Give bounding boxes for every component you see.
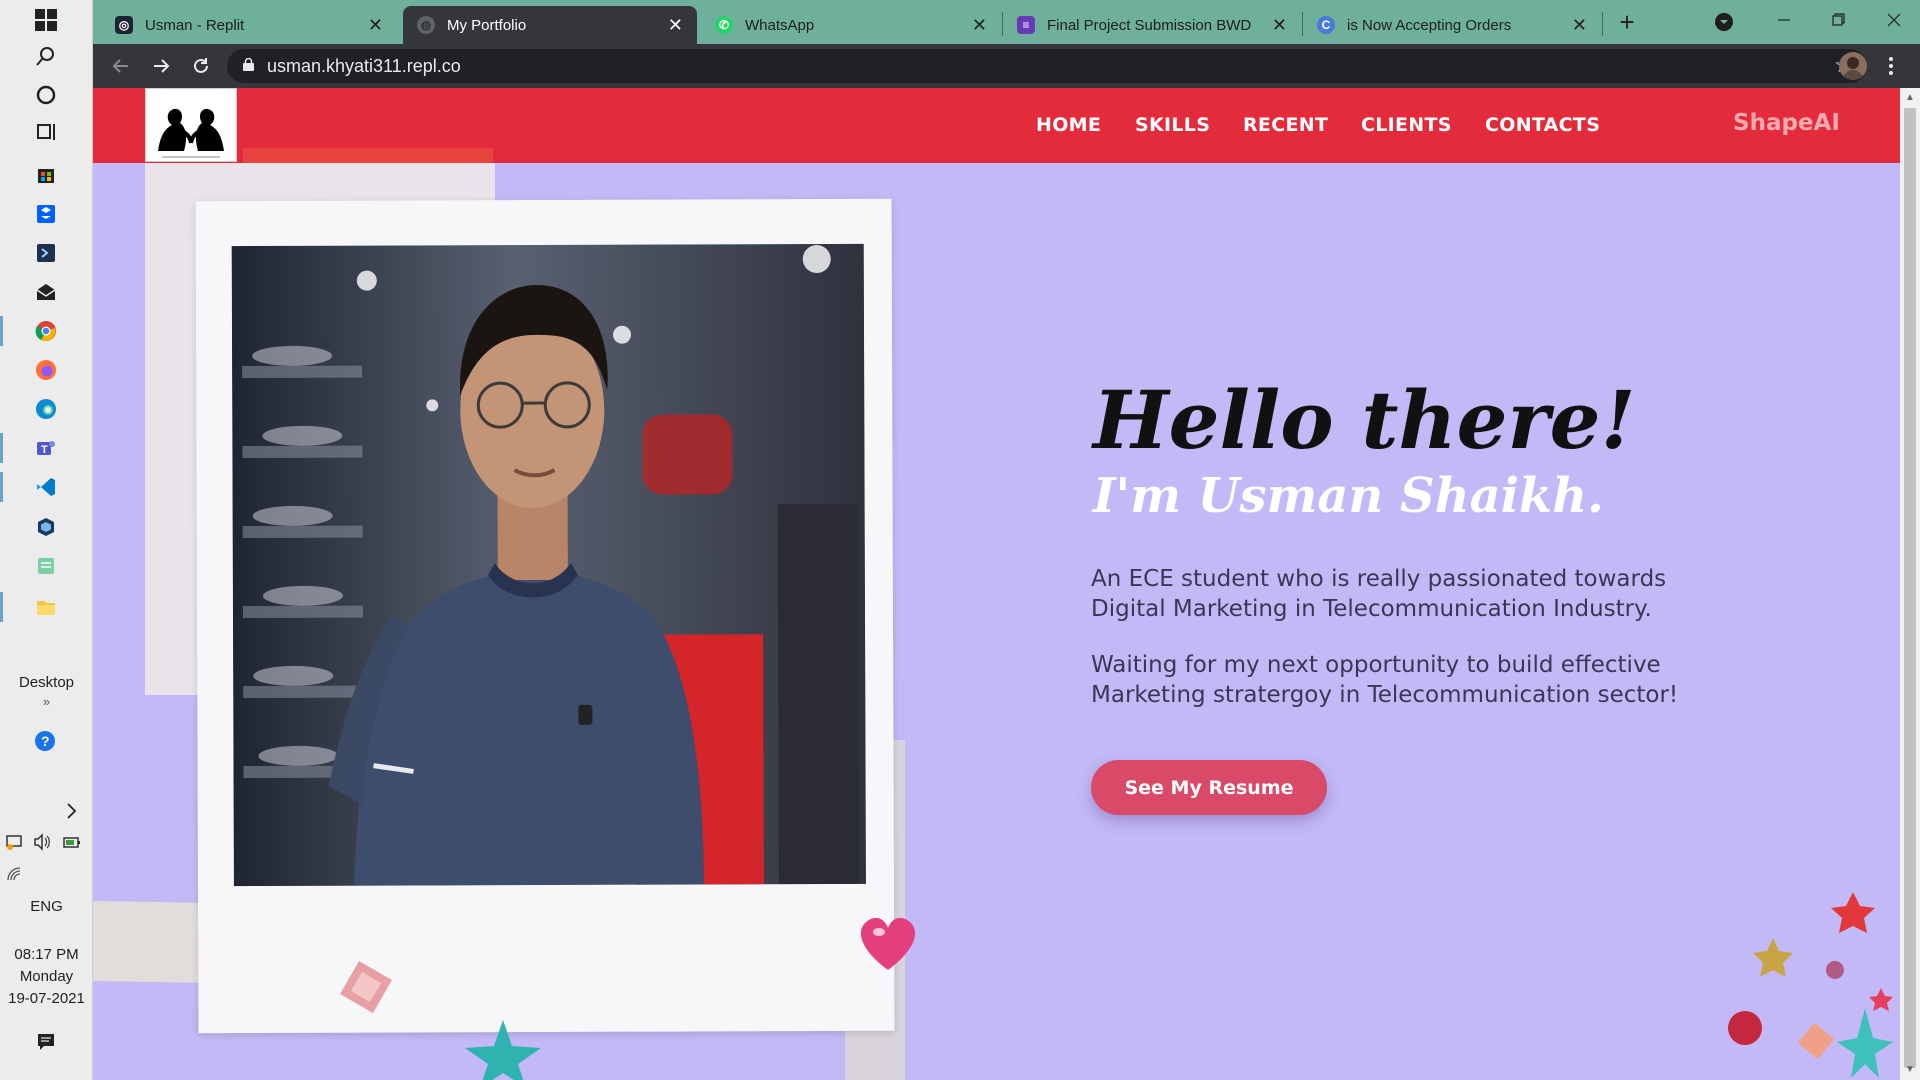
reload-icon[interactable] — [187, 52, 215, 80]
restore-icon[interactable] — [1823, 8, 1853, 32]
vscode-icon[interactable] — [32, 473, 60, 501]
tab-title: WhatsApp — [745, 16, 815, 34]
clock-time[interactable]: 08:17 PM — [0, 946, 93, 963]
network-monitor-icon[interactable] — [0, 828, 28, 856]
new-tab-button[interactable]: + — [1611, 6, 1643, 38]
browser-window: ◎ Usman - Replit ✕ ◍ My Portfolio ✕ ✆ Wh… — [93, 0, 1920, 1080]
header-accent-strip — [243, 148, 493, 163]
firefox-icon[interactable] — [32, 356, 60, 384]
desktop-chevron-icon[interactable]: » — [0, 694, 93, 709]
language-indicator[interactable]: ENG — [0, 898, 93, 915]
hero-description: An ECE student who is really passionated… — [1091, 566, 1667, 622]
nav-clients[interactable]: CLIENTS — [1361, 114, 1452, 136]
nav-contacts[interactable]: CONTACTS — [1485, 114, 1600, 136]
tab-title: My Portfolio — [447, 16, 527, 34]
store-icon[interactable] — [32, 160, 60, 188]
chrome-icon[interactable] — [32, 317, 60, 345]
notification-icon[interactable] — [32, 1028, 60, 1056]
portfolio-page: HOME SKILLS RECENT CLIENTS CONTACTS Shap… — [93, 88, 1900, 1080]
whatsapp-icon: ✆ — [715, 16, 733, 34]
teams-icon[interactable]: T — [32, 434, 60, 462]
notes-icon[interactable] — [32, 552, 60, 580]
forward-icon[interactable] — [147, 52, 175, 80]
form-icon: ≡ — [1017, 16, 1035, 34]
close-icon[interactable]: ✕ — [1572, 15, 1587, 36]
browser-toolbar: usman.khyati311.repl.co ☆ — [93, 44, 1920, 88]
page-scrollbar[interactable]: ▲ ▼ — [1900, 88, 1920, 1080]
nav-skills[interactable]: SKILLS — [1135, 114, 1210, 136]
svg-text:?: ? — [41, 733, 50, 749]
tab-search-icon[interactable] — [1713, 11, 1735, 33]
replit-icon: ◎ — [115, 16, 133, 34]
task-view-icon[interactable] — [32, 118, 60, 146]
tab-title: Final Project Submission BWD — [1047, 16, 1252, 34]
lock-icon[interactable] — [243, 58, 254, 71]
close-icon[interactable]: ✕ — [1272, 15, 1287, 36]
powershell-icon[interactable] — [32, 239, 60, 267]
virtualbox-icon[interactable] — [32, 513, 60, 541]
tab-accepting-orders[interactable]: C is Now Accepting Orders ✕ — [1303, 6, 1601, 44]
heart-gem-icon — [853, 908, 923, 983]
site-header: HOME SKILLS RECENT CLIENTS CONTACTS Shap… — [93, 88, 1900, 163]
tab-replit[interactable]: ◎ Usman - Replit ✕ — [101, 6, 397, 44]
nav-home[interactable]: HOME — [1036, 114, 1101, 136]
tab-strip: ◎ Usman - Replit ✕ ◍ My Portfolio ✕ ✆ Wh… — [93, 0, 1920, 44]
close-icon[interactable]: ✕ — [668, 15, 683, 36]
hero-greeting: Hello there! — [1093, 373, 1636, 467]
hero-name: I'm Usman Shaikh. — [1093, 468, 1604, 524]
polaroid-frame — [195, 198, 895, 1034]
square-gem-icon — [333, 954, 399, 1025]
battery-icon[interactable] — [58, 828, 86, 856]
scroll-up-icon[interactable]: ▲ — [1905, 92, 1915, 103]
minimize-icon[interactable] — [1769, 8, 1799, 32]
address-bar[interactable]: usman.khyati311.repl.co ☆ — [227, 49, 1867, 83]
site-logo[interactable] — [145, 88, 237, 162]
desktop-label[interactable]: Desktop — [0, 674, 93, 691]
profile-photo — [231, 243, 866, 887]
brand-name[interactable]: ShapeAI — [1733, 110, 1840, 136]
cortana-icon[interactable] — [32, 81, 60, 109]
url-text[interactable]: usman.khyati311.repl.co — [267, 56, 461, 77]
edge-icon[interactable] — [32, 395, 60, 423]
see-resume-button[interactable]: See My Resume — [1091, 760, 1327, 815]
hero-goal: Waiting for my next opportunity to build… — [1091, 652, 1679, 708]
clock-date[interactable]: 19-07-2021 — [0, 990, 93, 1007]
menu-dots-icon[interactable] — [1885, 54, 1897, 78]
globe-icon: ◍ — [417, 16, 435, 34]
windows-taskbar: T Desktop » ? ENG 08:17 PM Monday 19-07-… — [0, 0, 93, 1080]
svg-text:T: T — [41, 444, 48, 456]
window-close-icon[interactable] — [1879, 8, 1909, 32]
star-gem-icon — [463, 1018, 543, 1080]
clock-day[interactable]: Monday — [0, 968, 93, 985]
tab-title: is Now Accepting Orders — [1347, 16, 1512, 34]
nav-recent[interactable]: RECENT — [1243, 114, 1328, 136]
profile-avatar[interactable] — [1839, 52, 1867, 80]
close-icon[interactable]: ✕ — [972, 15, 987, 36]
tab-title: Usman - Replit — [145, 16, 245, 34]
mail-icon[interactable] — [32, 278, 60, 306]
scrollbar-thumb[interactable] — [1904, 108, 1916, 1068]
tab-final-project[interactable]: ≡ Final Project Submission BWD ✕ — [1003, 6, 1301, 44]
close-icon[interactable]: ✕ — [368, 15, 383, 36]
windows-start-icon[interactable] — [32, 6, 60, 34]
gem-cluster-icon — [1723, 888, 1893, 1080]
chevron-right-icon[interactable] — [58, 797, 86, 825]
scroll-down-icon[interactable]: ▼ — [1905, 1064, 1915, 1075]
tab-whatsapp[interactable]: ✆ WhatsApp ✕ — [701, 6, 1001, 44]
wifi-icon[interactable] — [0, 860, 28, 888]
back-icon[interactable] — [107, 52, 135, 80]
dropbox-icon[interactable] — [32, 200, 60, 228]
tab-my-portfolio[interactable]: ◍ My Portfolio ✕ — [403, 6, 697, 44]
search-icon[interactable] — [32, 42, 60, 70]
c-icon: C — [1317, 16, 1335, 34]
help-icon[interactable]: ? — [32, 728, 60, 756]
volume-icon[interactable] — [28, 828, 56, 856]
file-explorer-icon[interactable] — [32, 593, 60, 621]
